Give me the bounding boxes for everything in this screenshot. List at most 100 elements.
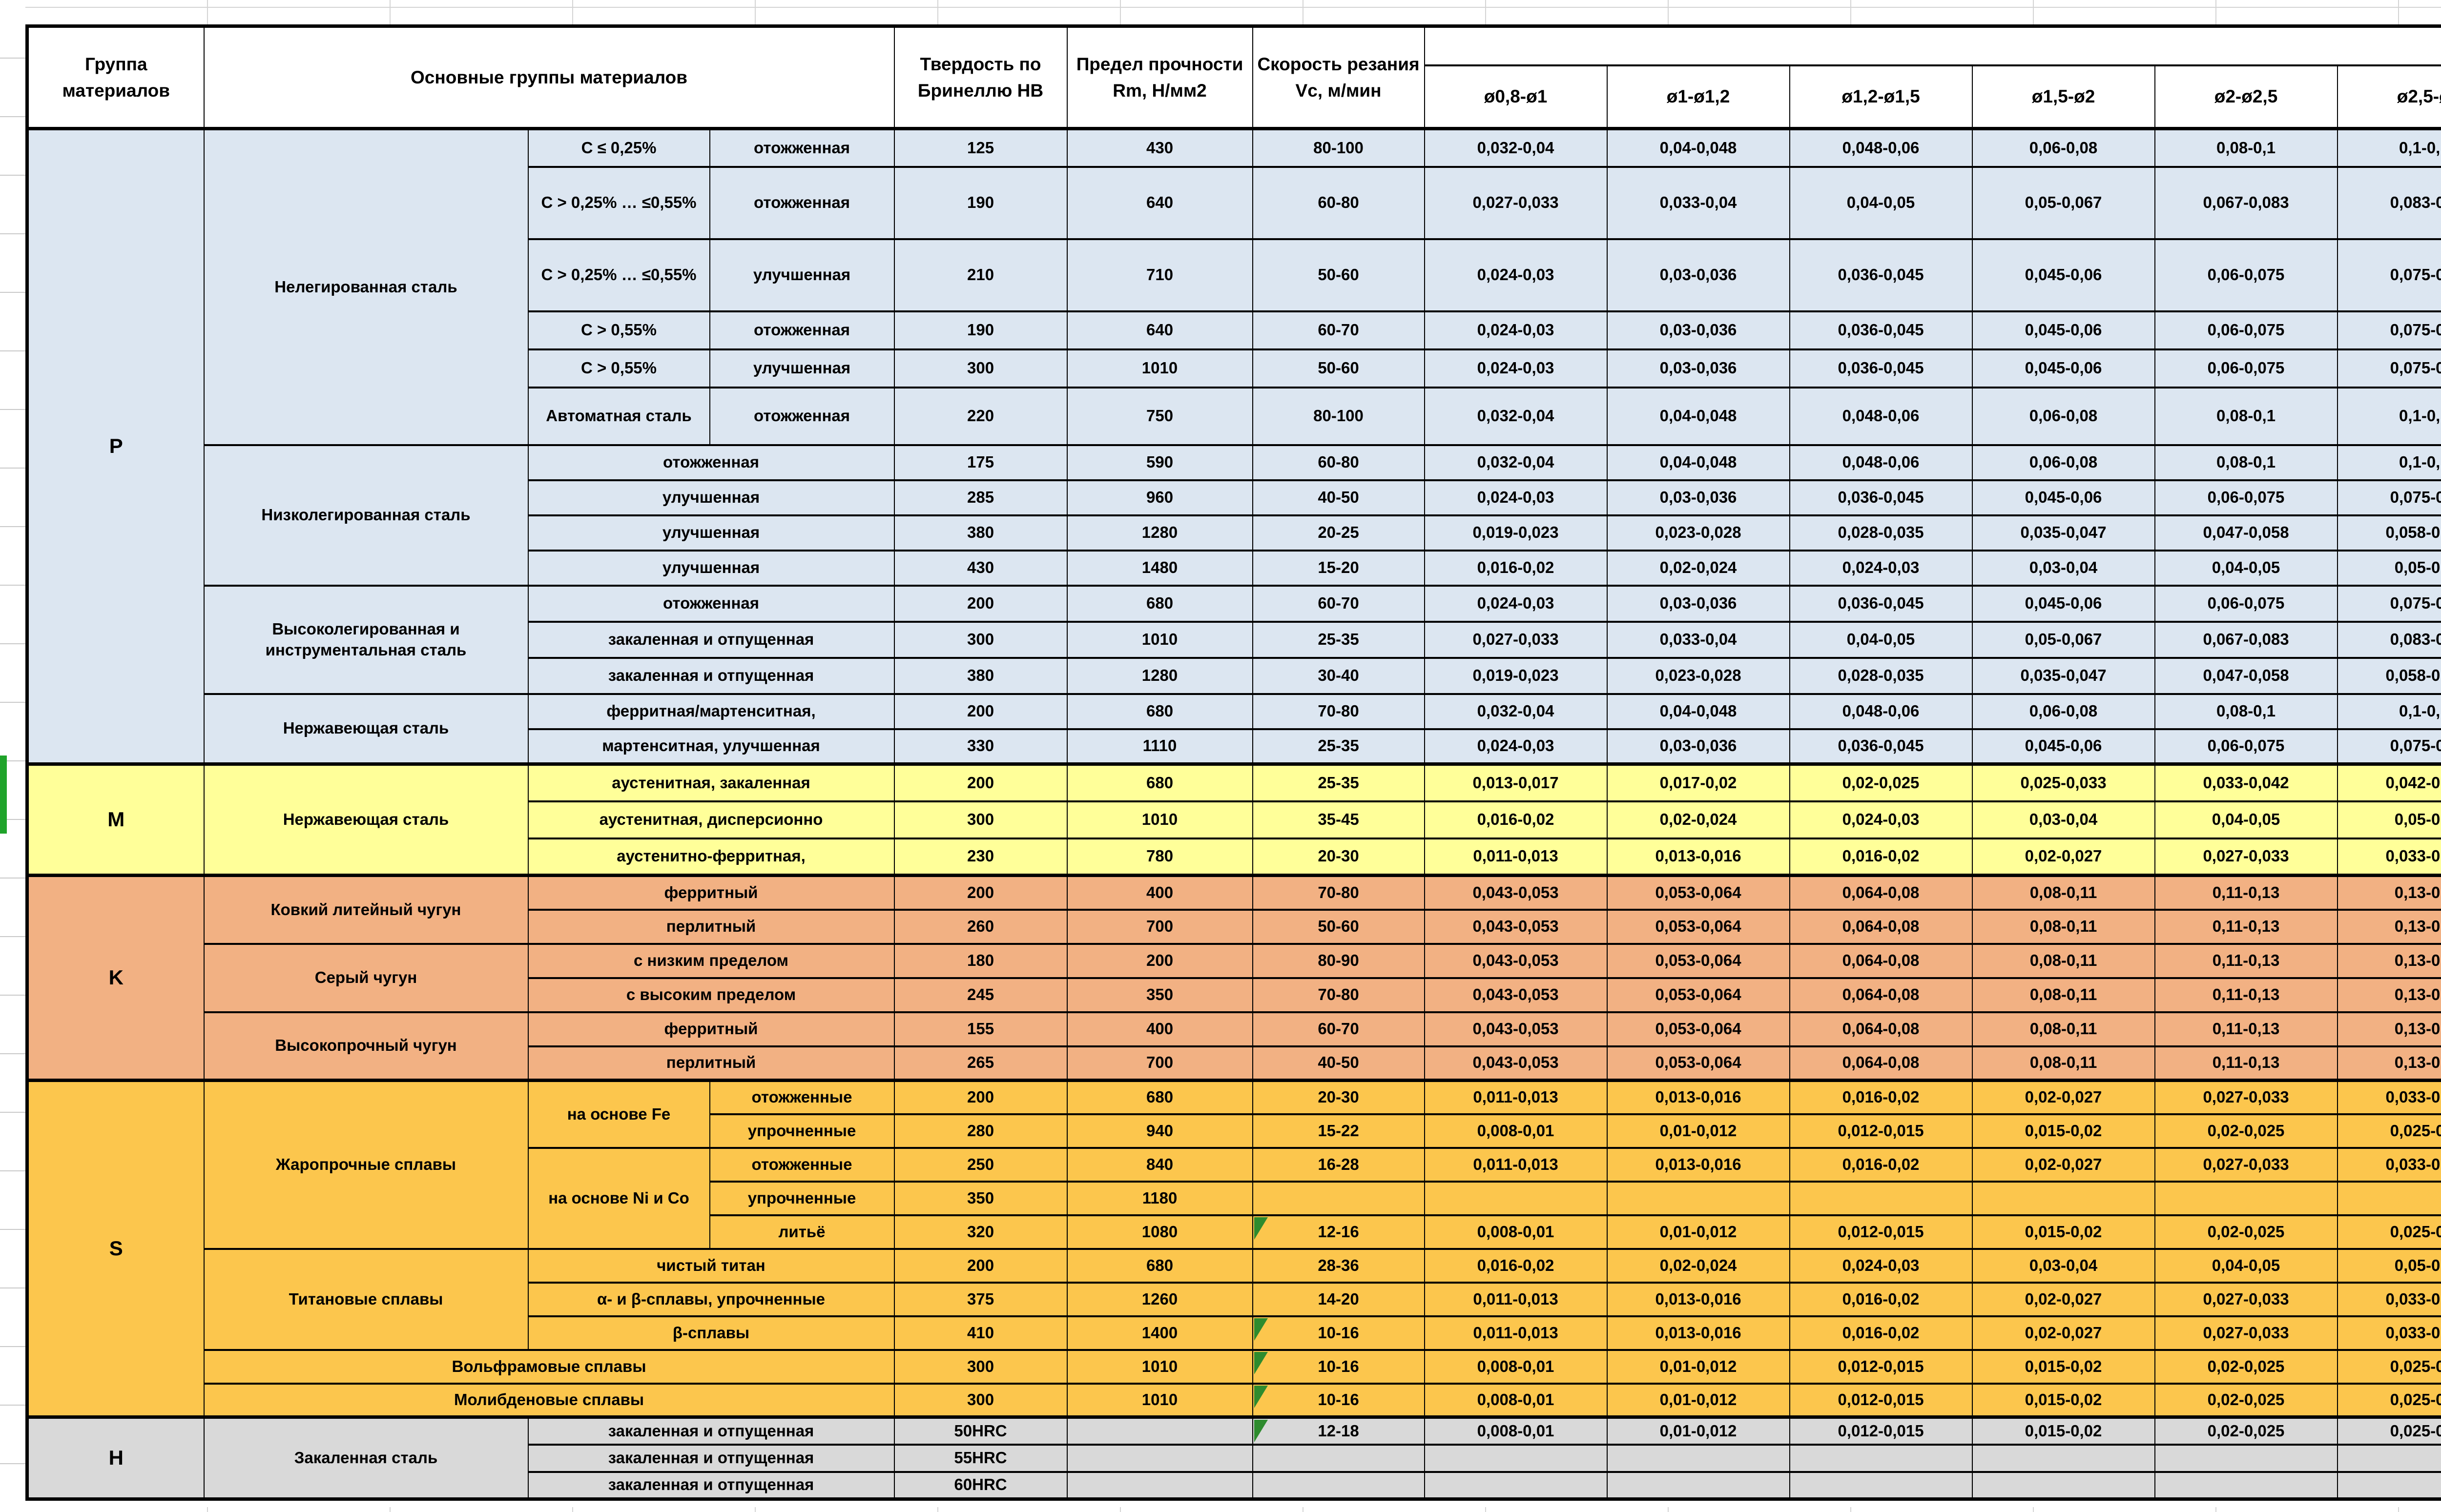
material-state[interactable]: закаленная и отпущенная	[528, 1472, 894, 1499]
material-sub[interactable]: C > 0,55%	[528, 311, 710, 349]
cell-cutting-speed-vc[interactable]: 60-80	[1253, 445, 1425, 480]
cell-cutting-speed-vc[interactable]: 25-35	[1253, 622, 1425, 658]
cell-cutting-speed-vc[interactable]: 80-100	[1253, 129, 1425, 167]
cell-feed-4[interactable]	[2155, 1445, 2338, 1472]
cell-hardness-hb[interactable]: 190	[894, 167, 1067, 239]
cell-hardness-hb[interactable]: 200	[894, 586, 1067, 622]
cell-hardness-hb[interactable]: 200	[894, 764, 1067, 801]
cell-feed-5[interactable]: 0,025-0,04	[2338, 1417, 2441, 1445]
material-state[interactable]: мартенситная, улучшенная	[528, 729, 894, 764]
cell-feed-2[interactable]: 0,064-0,08	[1790, 876, 1972, 910]
cell-feed-1[interactable]: 0,013-0,016	[1607, 1316, 1790, 1350]
cell-feed-3[interactable]: 0,08-0,11	[1972, 876, 2155, 910]
cell-strength-rm[interactable]: 640	[1067, 311, 1253, 349]
cell-strength-rm[interactable]: 350	[1067, 978, 1253, 1012]
cell-feed-3[interactable]: 0,08-0,11	[1972, 1012, 2155, 1046]
cell-feed-1[interactable]: 0,013-0,016	[1607, 1081, 1790, 1114]
cell-feed-4[interactable]: 0,08-0,1	[2155, 445, 2338, 480]
cell-feed-1[interactable]: 0,02-0,024	[1607, 551, 1790, 586]
cell-feed-2[interactable]: 0,064-0,08	[1790, 910, 1972, 944]
cell-feed-2[interactable]	[1790, 1182, 1972, 1215]
cell-cutting-speed-vc[interactable]: 70-80	[1253, 978, 1425, 1012]
cell-feed-2[interactable]: 0,012-0,015	[1790, 1384, 1972, 1417]
material-state[interactable]: перлитный	[528, 910, 894, 944]
cell-hardness-hb[interactable]: 50HRC	[894, 1417, 1067, 1445]
cell-feed-0[interactable]: 0,043-0,053	[1425, 876, 1607, 910]
cell-feed-3[interactable]: 0,045-0,06	[1972, 239, 2155, 311]
cell-feed-1[interactable]: 0,01-0,012	[1607, 1215, 1790, 1249]
cell-feed-0[interactable]: 0,016-0,02	[1425, 551, 1607, 586]
cell-strength-rm[interactable]: 1280	[1067, 658, 1253, 694]
cell-hardness-hb[interactable]: 210	[894, 239, 1067, 311]
cell-strength-rm[interactable]: 1080	[1067, 1215, 1253, 1249]
cell-feed-1[interactable]: 0,013-0,016	[1607, 1148, 1790, 1182]
cell-feed-2[interactable]: 0,036-0,045	[1790, 729, 1972, 764]
material-name[interactable]: Нелегированная сталь	[204, 129, 528, 445]
cell-feed-0[interactable]: 0,019-0,023	[1425, 515, 1607, 551]
cell-feed-0[interactable]: 0,024-0,03	[1425, 349, 1607, 388]
cell-strength-rm[interactable]: 700	[1067, 1046, 1253, 1081]
cell-feed-4[interactable]: 0,04-0,05	[2155, 551, 2338, 586]
cell-feed-5[interactable]: 0,1-0,16	[2338, 388, 2441, 445]
cell-strength-rm[interactable]: 400	[1067, 876, 1253, 910]
cell-feed-1[interactable]: 0,023-0,028	[1607, 515, 1790, 551]
cell-cutting-speed-vc[interactable]: 50-60	[1253, 239, 1425, 311]
cell-feed-5[interactable]: 0,075-0,12	[2338, 349, 2441, 388]
cell-feed-0[interactable]: 0,019-0,023	[1425, 658, 1607, 694]
cell-strength-rm[interactable]: 710	[1067, 239, 1253, 311]
cell-feed-0[interactable]: 0,024-0,03	[1425, 729, 1607, 764]
material-sub[interactable]: C > 0,55%	[528, 349, 710, 388]
cell-hardness-hb[interactable]: 200	[894, 694, 1067, 729]
cell-feed-1[interactable]: 0,033-0,04	[1607, 622, 1790, 658]
cell-feed-4[interactable]: 0,067-0,083	[2155, 622, 2338, 658]
cell-feed-3[interactable]: 0,03-0,04	[1972, 551, 2155, 586]
cell-feed-1[interactable]: 0,053-0,064	[1607, 978, 1790, 1012]
cell-feed-0[interactable]: 0,027-0,033	[1425, 622, 1607, 658]
cell-feed-4[interactable]: 0,027-0,033	[2155, 1283, 2338, 1316]
cell-cutting-speed-vc[interactable]: 10-16	[1253, 1384, 1425, 1417]
cell-strength-rm[interactable]: 1010	[1067, 622, 1253, 658]
cell-feed-2[interactable]: 0,016-0,02	[1790, 1081, 1972, 1114]
cell-strength-rm[interactable]: 750	[1067, 388, 1253, 445]
cell-strength-rm[interactable]: 1180	[1067, 1182, 1253, 1215]
cell-feed-5[interactable]: 0,025-0,04	[2338, 1350, 2441, 1384]
cell-strength-rm[interactable]: 680	[1067, 764, 1253, 801]
cell-feed-3[interactable]: 0,03-0,04	[1972, 1249, 2155, 1283]
col-header-hardness[interactable]: Твердость по Бринеллю HB	[894, 26, 1067, 129]
cell-hardness-hb[interactable]: 320	[894, 1215, 1067, 1249]
cell-cutting-speed-vc[interactable]: 25-35	[1253, 729, 1425, 764]
cell-hardness-hb[interactable]: 250	[894, 1148, 1067, 1182]
cell-feed-5[interactable]: 0,13-0,21	[2338, 1046, 2441, 1081]
cell-hardness-hb[interactable]: 300	[894, 622, 1067, 658]
cell-feed-3[interactable]: 0,045-0,06	[1972, 586, 2155, 622]
cell-strength-rm[interactable]: 680	[1067, 1081, 1253, 1114]
cell-feed-5[interactable]: 0,083-0,13	[2338, 622, 2441, 658]
cell-cutting-speed-vc[interactable]: 80-90	[1253, 944, 1425, 978]
group-letter-m[interactable]: M	[27, 764, 204, 876]
cell-hardness-hb[interactable]: 280	[894, 1114, 1067, 1148]
cell-hardness-hb[interactable]: 200	[894, 1081, 1067, 1114]
cell-feed-5[interactable]: 0,058-0,093	[2338, 658, 2441, 694]
material-name[interactable]: Титановые сплавы	[204, 1249, 528, 1350]
cell-hardness-hb[interactable]: 285	[894, 480, 1067, 515]
cell-hardness-hb[interactable]: 300	[894, 349, 1067, 388]
cell-feed-2[interactable]: 0,02-0,025	[1790, 764, 1972, 801]
cell-feed-0[interactable]: 0,011-0,013	[1425, 1283, 1607, 1316]
cell-hardness-hb[interactable]: 190	[894, 311, 1067, 349]
material-state[interactable]: с высоким пределом	[528, 978, 894, 1012]
cell-hardness-hb[interactable]: 430	[894, 551, 1067, 586]
cell-cutting-speed-vc[interactable]: 40-50	[1253, 480, 1425, 515]
material-state[interactable]: отожженная	[710, 167, 894, 239]
cell-feed-1[interactable]	[1607, 1445, 1790, 1472]
cell-cutting-speed-vc[interactable]: 12-16	[1253, 1215, 1425, 1249]
cell-cutting-speed-vc[interactable]	[1253, 1182, 1425, 1215]
cell-hardness-hb[interactable]: 300	[894, 1384, 1067, 1417]
cell-feed-5[interactable]: 0,083-0,13	[2338, 167, 2441, 239]
cell-cutting-speed-vc[interactable]: 14-20	[1253, 1283, 1425, 1316]
cell-feed-1[interactable]: 0,053-0,064	[1607, 876, 1790, 910]
material-state[interactable]: улучшенная	[710, 239, 894, 311]
cell-feed-2[interactable]: 0,048-0,06	[1790, 388, 1972, 445]
group-letter-k[interactable]: K	[27, 876, 204, 1081]
cell-feed-0[interactable]: 0,032-0,04	[1425, 388, 1607, 445]
cell-feed-5[interactable]	[2338, 1472, 2441, 1499]
